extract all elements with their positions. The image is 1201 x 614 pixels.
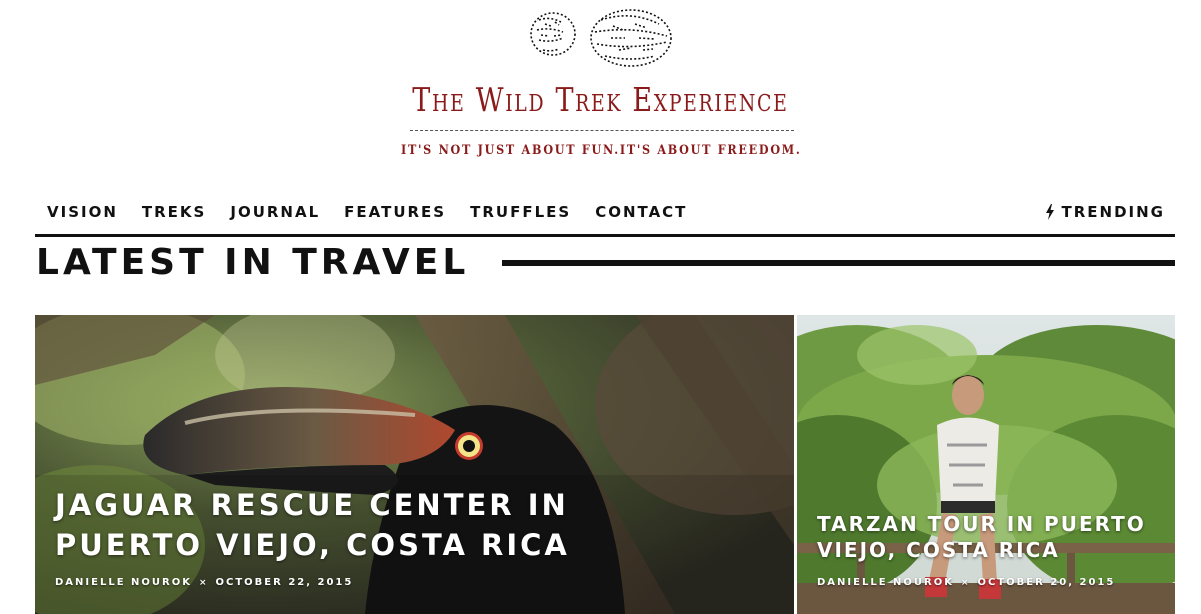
post-meta: DANIELLE NOUROK × OCTOBER 22, 2015 — [55, 577, 353, 588]
main-nav: VISION TREKS JOURNAL FEATURES TRUFFLES C… — [35, 196, 1175, 234]
site-header: The Wild Trek Experience it's not just a… — [0, 0, 1201, 180]
post-date: OCTOBER 22, 2015 — [215, 577, 354, 588]
post-title[interactable]: JAGUAR RESCUE CENTER IN PUERTO VIEJO, CO… — [55, 485, 675, 565]
nav-divider — [35, 234, 1175, 237]
meta-separator: × — [960, 577, 971, 588]
site-title[interactable]: The Wild Trek Experience — [108, 80, 1093, 119]
toucan-image — [35, 315, 794, 614]
meta-separator: × — [198, 577, 209, 588]
post-author[interactable]: DANIELLE NOUROK — [55, 577, 192, 588]
section-title: LATEST IN TRAVEL — [36, 242, 470, 283]
section-divider — [502, 260, 1175, 266]
nav-item-journal[interactable]: JOURNAL — [218, 196, 332, 228]
nav-menu: VISION TREKS JOURNAL FEATURES TRUFFLES C… — [35, 196, 699, 228]
featured-post-card[interactable]: JAGUAR RESCUE CENTER IN PUERTO VIEJO, CO… — [35, 315, 794, 614]
post-title[interactable]: TARZAN TOUR IN PUERTO VIEJO, COSTA RICA — [817, 511, 1157, 563]
site-logo[interactable] — [525, 6, 677, 72]
logo-divider — [410, 130, 794, 131]
nav-item-treks[interactable]: TREKS — [130, 196, 218, 228]
post-meta: DANIELLE NOUROK × OCTOBER 20, 2015 — [817, 577, 1115, 588]
post-date: OCTOBER 20, 2015 — [977, 577, 1116, 588]
trending-label: TRENDING — [1061, 203, 1165, 221]
nav-item-contact[interactable]: CONTACT — [583, 196, 699, 228]
nav-item-truffles[interactable]: TRUFFLES — [458, 196, 583, 228]
nav-item-vision[interactable]: VISION — [35, 196, 130, 228]
site-tagline: it's not just about fun.it's about freed… — [401, 143, 802, 158]
trending-button[interactable]: TRENDING — [1045, 196, 1165, 228]
post-author[interactable]: DANIELLE NOUROK — [817, 577, 954, 588]
jungle-image — [797, 315, 1175, 614]
nav-item-features[interactable]: FEATURES — [332, 196, 458, 228]
side-post-card[interactable]: TARZAN TOUR IN PUERTO VIEJO, COSTA RICA … — [797, 315, 1175, 614]
bolt-icon — [1045, 204, 1054, 220]
